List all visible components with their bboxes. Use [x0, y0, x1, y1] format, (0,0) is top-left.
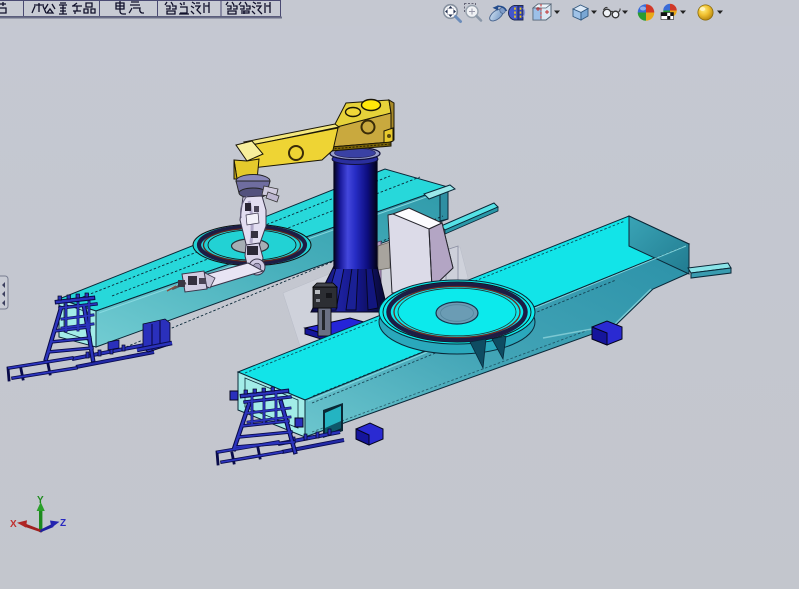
svg-text:X: X	[10, 519, 17, 530]
svg-text:Y: Y	[37, 495, 44, 506]
svg-text:Z: Z	[60, 518, 66, 529]
